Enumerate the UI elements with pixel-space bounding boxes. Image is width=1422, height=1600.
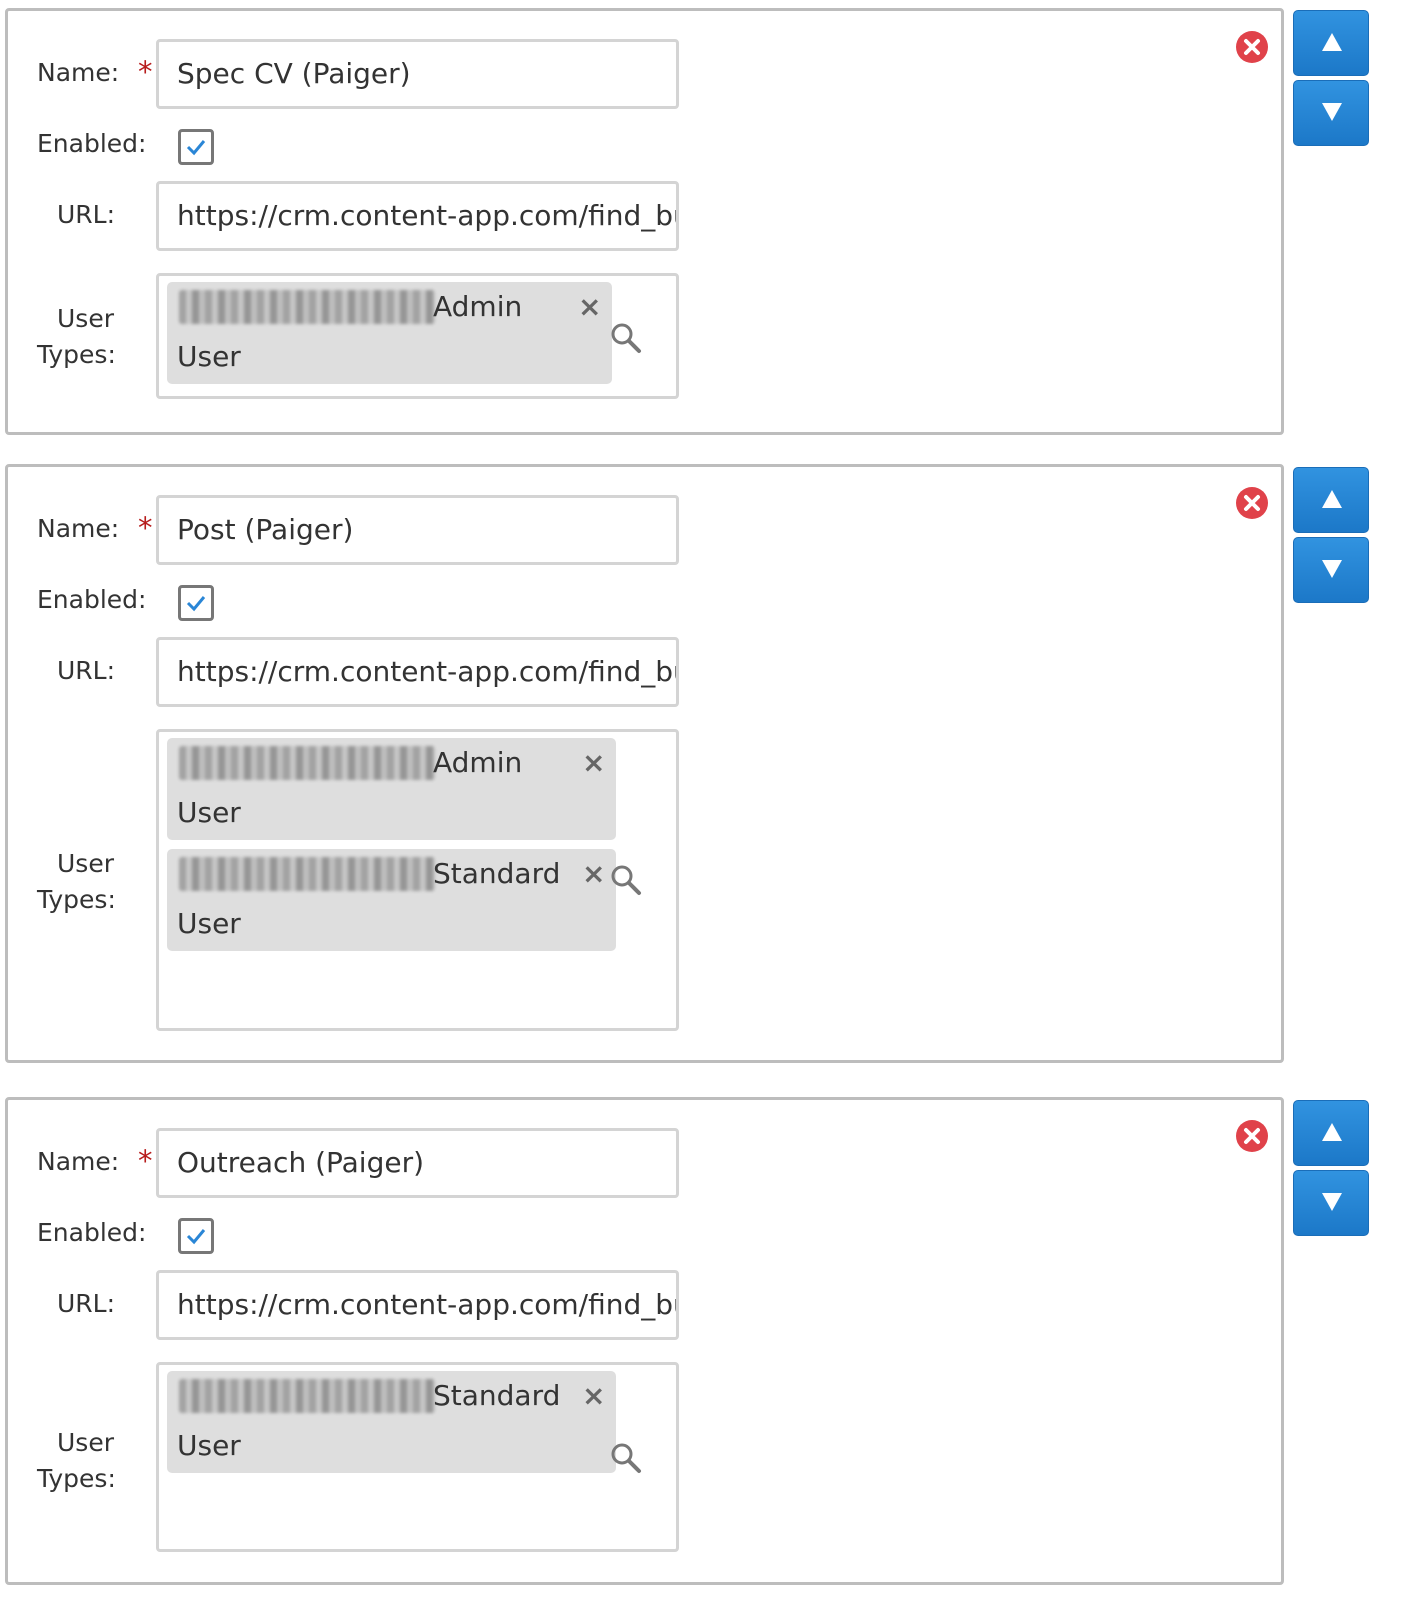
url-label: URL: xyxy=(57,200,116,229)
name-label: Name: xyxy=(37,514,120,543)
move-down-button[interactable] xyxy=(1293,537,1369,603)
checkmark-icon xyxy=(186,596,206,612)
delete-circle-icon[interactable] xyxy=(1234,1118,1270,1154)
name-input[interactable]: Post (Paiger) xyxy=(156,495,679,565)
move-down-button[interactable] xyxy=(1293,80,1369,146)
redacted-text xyxy=(179,746,435,780)
triangle-down-icon xyxy=(1322,560,1342,578)
tag-label-line2: User xyxy=(177,1429,241,1462)
tag-label: Admin xyxy=(433,290,523,323)
user-types-label-line2: Types: xyxy=(37,1464,116,1493)
tag-label: Admin xyxy=(433,746,523,779)
move-up-button[interactable] xyxy=(1293,1100,1369,1166)
url-label: URL: xyxy=(57,656,116,685)
user-types-label-line2: Types: xyxy=(37,885,116,914)
url-input[interactable]: https://crm.content-app.com/find_bu xyxy=(156,637,679,707)
remove-tag-close-icon[interactable]: × xyxy=(582,859,605,889)
enabled-label: Enabled: xyxy=(37,129,147,158)
user-types-label-line1: User xyxy=(57,1428,114,1457)
user-type-tag: Admin User × xyxy=(167,738,616,840)
checkmark-icon xyxy=(186,1229,206,1245)
required-marker: * xyxy=(138,1144,153,1178)
link-entry-card: Name: * Spec CV (Paiger) Enabled: URL: h… xyxy=(5,8,1284,435)
move-down-button[interactable] xyxy=(1293,1170,1369,1236)
tag-label-line2: User xyxy=(177,796,241,829)
triangle-up-icon xyxy=(1322,1123,1342,1141)
search-icon[interactable] xyxy=(609,321,643,355)
move-up-button[interactable] xyxy=(1293,467,1369,533)
enabled-label: Enabled: xyxy=(37,585,147,614)
tag-label: Standard xyxy=(433,1379,561,1412)
enabled-label: Enabled: xyxy=(37,1218,147,1247)
tag-label: Standard xyxy=(433,857,561,890)
remove-tag-close-icon[interactable]: × xyxy=(578,292,601,322)
triangle-down-icon xyxy=(1322,1193,1342,1211)
redacted-text xyxy=(179,1379,435,1413)
tag-label-line2: User xyxy=(177,340,241,373)
enabled-checkbox[interactable] xyxy=(178,585,214,621)
user-types-label-line1: User xyxy=(57,304,114,333)
link-entry-card: Name: * Post (Paiger) Enabled: URL: http… xyxy=(5,464,1284,1063)
name-input[interactable]: Spec CV (Paiger) xyxy=(156,39,679,109)
user-type-tag: Standard User × xyxy=(167,1371,616,1473)
required-marker: * xyxy=(138,55,153,89)
user-type-tag: Standard User × xyxy=(167,849,616,951)
user-types-select[interactable]: Admin User × Standard User × xyxy=(156,729,679,1031)
enabled-checkbox[interactable] xyxy=(178,129,214,165)
user-types-select[interactable]: Admin User × xyxy=(156,273,679,399)
user-types-label: User Types: xyxy=(37,846,116,918)
delete-circle-icon[interactable] xyxy=(1234,485,1270,521)
url-input[interactable]: https://crm.content-app.com/find_bu xyxy=(156,1270,679,1340)
redacted-text xyxy=(179,290,435,324)
redacted-text xyxy=(179,857,435,891)
delete-circle-icon[interactable] xyxy=(1234,29,1270,65)
search-icon[interactable] xyxy=(609,863,643,897)
user-types-select[interactable]: Standard User × xyxy=(156,1362,679,1552)
tag-label-line2: User xyxy=(177,907,241,940)
triangle-up-icon xyxy=(1322,33,1342,51)
checkmark-icon xyxy=(186,140,206,156)
name-label: Name: xyxy=(37,1147,120,1176)
user-types-label: User Types: xyxy=(37,1425,116,1497)
name-label: Name: xyxy=(37,58,120,87)
user-types-label-line2: Types: xyxy=(37,340,116,369)
move-up-button[interactable] xyxy=(1293,10,1369,76)
user-types-label-line1: User xyxy=(57,849,114,878)
user-type-tag: Admin User × xyxy=(167,282,612,384)
search-icon[interactable] xyxy=(609,1441,643,1475)
url-input[interactable]: https://crm.content-app.com/find_bu xyxy=(156,181,679,251)
user-types-label: User Types: xyxy=(37,301,116,373)
triangle-down-icon xyxy=(1322,103,1342,121)
link-entry-card: Name: * Outreach (Paiger) Enabled: URL: … xyxy=(5,1097,1284,1585)
remove-tag-close-icon[interactable]: × xyxy=(582,748,605,778)
name-input[interactable]: Outreach (Paiger) xyxy=(156,1128,679,1198)
required-marker: * xyxy=(138,511,153,545)
url-label: URL: xyxy=(57,1289,116,1318)
remove-tag-close-icon[interactable]: × xyxy=(582,1381,605,1411)
enabled-checkbox[interactable] xyxy=(178,1218,214,1254)
triangle-up-icon xyxy=(1322,490,1342,508)
